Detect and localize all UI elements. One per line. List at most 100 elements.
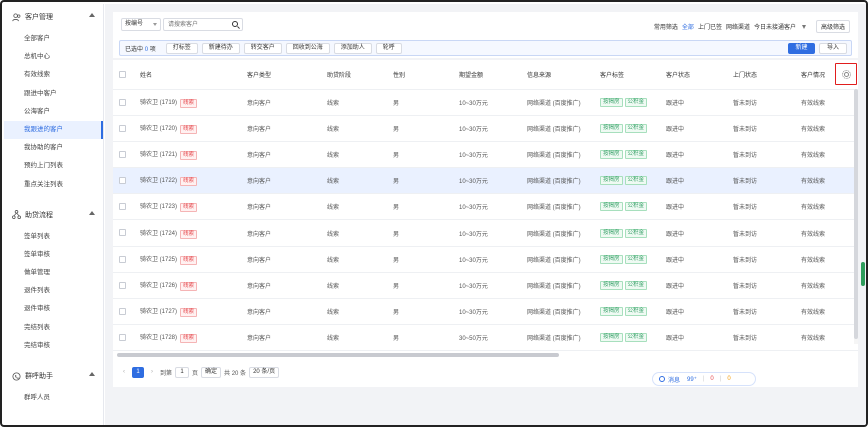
sidebar-item[interactable]: 签单列表 bbox=[4, 228, 103, 246]
customer-name[interactable]: 骑农卫 (1724) bbox=[140, 231, 177, 237]
sidebar-group-1[interactable]: 助贷流程 bbox=[4, 202, 103, 228]
tag-button[interactable]: 打标签 bbox=[165, 42, 198, 54]
sidebar-item[interactable]: 重点关注列表 bbox=[4, 176, 103, 194]
customer-name[interactable]: 骑农卫 (1719) bbox=[140, 100, 177, 106]
cell-name[interactable]: 骑农卫 (1725) 线索 bbox=[138, 246, 245, 273]
sidebar-item[interactable]: 群呼人员 bbox=[4, 389, 103, 407]
row-checkbox[interactable] bbox=[119, 281, 126, 289]
cell-name[interactable]: 骑农卫 (1727) 线索 bbox=[138, 298, 245, 326]
table-row[interactable]: 骑农卫 (1723) 线索 意向客户 线索男 10~30万元 网络渠道 (百度推广) 按揭房… bbox=[113, 193, 858, 221]
customer-name[interactable]: 骑农卫 (1721) bbox=[140, 152, 177, 158]
table-row[interactable]: 骑农卫 (1720) 线索 意向客户 线索男 10~30万元 网络渠道 (百度推广) 按揭房… bbox=[113, 115, 858, 142]
row-checkbox[interactable] bbox=[119, 229, 126, 237]
add-helper-button[interactable]: 添加助人 bbox=[333, 42, 372, 54]
chevron-up-icon[interactable] bbox=[89, 13, 95, 17]
message-indicator[interactable]: 消息 99⁺ | 0 | 0 bbox=[652, 372, 756, 386]
col-labels[interactable]: 客户标签 bbox=[598, 60, 664, 90]
col-gender[interactable]: 性别 bbox=[391, 60, 457, 90]
sidebar-item[interactable]: 我协助的客户 bbox=[4, 139, 103, 157]
sidebar-item[interactable]: 完结审核 bbox=[4, 337, 103, 355]
customer-name[interactable]: 骑农卫 (1727) bbox=[140, 309, 177, 315]
table-row[interactable]: 骑农卫 (1721) 线索 意向客户 线索男 10~30万元 网络渠道 (百度推广) 按揭房… bbox=[113, 141, 858, 169]
new-todo-button[interactable]: 新建待办 bbox=[201, 42, 240, 54]
row-checkbox[interactable] bbox=[119, 308, 126, 316]
recycle-to-pool-button[interactable]: 回收到公海 bbox=[285, 42, 330, 54]
round-call-button[interactable]: 轮呼 bbox=[375, 42, 402, 54]
table-row[interactable]: 骑农卫 (1725) 线索 意向客户 线索男 10~30万元 网络渠道 (百度推广) 按揭房… bbox=[113, 246, 858, 273]
customer-name[interactable]: 骑农卫 (1723) bbox=[140, 204, 177, 210]
gear-icon[interactable] bbox=[841, 69, 851, 79]
chevron-up-icon[interactable] bbox=[89, 372, 95, 376]
customer-name[interactable]: 骑农卫 (1722) bbox=[140, 178, 177, 184]
filter-unreached-today[interactable]: 今日未接通客户 bbox=[754, 22, 796, 31]
sidebar-item[interactable]: 跟进中客户 bbox=[4, 85, 103, 103]
customer-name[interactable]: 骑农卫 (1725) bbox=[140, 257, 177, 263]
advanced-filter-button[interactable]: 高级筛选 bbox=[815, 20, 850, 33]
col-name[interactable]: 姓名 bbox=[138, 60, 245, 90]
col-status[interactable]: 客户状态 bbox=[664, 60, 731, 90]
col-visit[interactable]: 上门状态 bbox=[731, 60, 799, 90]
table-row[interactable]: 骑农卫 (1724) 线索 意向客户 线索男 10~30万元 网络渠道 (百度推广) 按揭房… bbox=[113, 219, 858, 247]
search-type-select[interactable]: 按编号 bbox=[121, 18, 161, 31]
row-checkbox[interactable] bbox=[119, 177, 126, 185]
sidebar-group-0[interactable]: 客户管理 bbox=[4, 4, 103, 30]
scroll-position-indicator[interactable] bbox=[861, 262, 865, 286]
sidebar-item[interactable]: 全部客户 bbox=[4, 30, 103, 48]
sidebar-item[interactable]: 有效线索 bbox=[4, 66, 103, 84]
row-checkbox[interactable] bbox=[119, 98, 126, 106]
row-checkbox[interactable] bbox=[119, 255, 126, 263]
table-row[interactable]: 骑农卫 (1727) 线索 意向客户 线索男 10~30万元 网络渠道 (百度推广) 按揭房… bbox=[113, 298, 858, 326]
page-size-select[interactable]: 20 条/页 bbox=[249, 366, 280, 378]
sidebar-item[interactable]: 预约上门列表 bbox=[4, 157, 103, 175]
goto-confirm-button[interactable]: 确定 bbox=[201, 366, 222, 378]
sidebar-item[interactable]: 公海客户 bbox=[4, 103, 103, 121]
row-checkbox[interactable] bbox=[119, 334, 126, 342]
cell-name[interactable]: 骑农卫 (1728) 线索 bbox=[138, 324, 245, 352]
chevron-right-icon[interactable]: › bbox=[147, 369, 157, 375]
table-row[interactable]: 骑农卫 (1728) 线索 意向客户 线索男 30~50万元 网络渠道 (百度推广) 按揭房… bbox=[113, 324, 858, 352]
table-row[interactable]: 骑农卫 (1719) 线索 意向客户 线索男 10~30万元 网络渠道 (百度推广) 按揭房… bbox=[113, 89, 858, 116]
select-all-checkbox[interactable] bbox=[119, 70, 126, 78]
filter-online-channel[interactable]: 网络渠道 bbox=[726, 22, 750, 31]
transfer-customer-button[interactable]: 转交客户 bbox=[243, 42, 282, 54]
import-button[interactable]: 导入 bbox=[819, 43, 847, 54]
filter-visited-signed[interactable]: 上门已签 bbox=[698, 22, 722, 31]
chevron-up-icon[interactable] bbox=[89, 210, 95, 215]
column-settings-highlight[interactable] bbox=[835, 63, 857, 85]
cell-name[interactable]: 骑农卫 (1726) 线索 bbox=[138, 272, 245, 300]
cell-name[interactable]: 骑农卫 (1720) 线索 bbox=[138, 115, 245, 142]
sidebar-item[interactable]: 退件列表 bbox=[4, 282, 103, 300]
sidebar-group-2[interactable]: 群呼助手 bbox=[4, 363, 103, 389]
sidebar-item[interactable]: 完结列表 bbox=[4, 319, 103, 337]
col-stage[interactable]: 助贷阶段 bbox=[325, 60, 391, 90]
sidebar-item[interactable]: 总机中心 bbox=[4, 48, 103, 66]
row-checkbox[interactable] bbox=[119, 124, 126, 132]
table-row[interactable]: 骑农卫 (1726) 线索 意向客户 线索男 10~30万元 网络渠道 (百度推广) 按揭房… bbox=[113, 272, 858, 300]
sidebar-item[interactable]: 做单管理 bbox=[4, 264, 103, 282]
row-checkbox[interactable] bbox=[119, 150, 126, 158]
customer-name[interactable]: 骑农卫 (1726) bbox=[140, 283, 177, 289]
search-input[interactable] bbox=[163, 18, 243, 31]
vertical-scrollbar[interactable] bbox=[854, 89, 858, 344]
col-amount[interactable]: 期望金额 bbox=[457, 60, 525, 90]
cell-name[interactable]: 骑农卫 (1722) 线索 bbox=[138, 167, 245, 195]
customer-name[interactable]: 骑农卫 (1720) bbox=[140, 126, 177, 132]
cell-name[interactable]: 骑农卫 (1723) 线索 bbox=[138, 193, 245, 221]
vertical-scroll-thumb[interactable] bbox=[854, 89, 858, 339]
search-icon[interactable] bbox=[232, 21, 238, 27]
col-type[interactable]: 客户类型 bbox=[245, 60, 325, 90]
cell-name[interactable]: 骑农卫 (1719) 线索 bbox=[138, 89, 245, 116]
col-source[interactable]: 信息来源 bbox=[525, 60, 598, 90]
new-button[interactable]: 新建 bbox=[788, 43, 815, 54]
table-row[interactable]: 骑农卫 (1722) 线索 意向客户 线索男 10~30万元 网络渠道 (百度推广) 按揭房… bbox=[113, 167, 858, 195]
goto-page-input[interactable]: 1 bbox=[175, 366, 190, 378]
chevron-left-icon[interactable]: ‹ bbox=[119, 369, 129, 375]
filter-icon[interactable] bbox=[801, 24, 806, 29]
filter-all[interactable]: 全部 bbox=[682, 22, 694, 31]
sidebar-item[interactable]: 我跟进的客户 bbox=[4, 120, 103, 140]
cell-name[interactable]: 骑农卫 (1724) 线索 bbox=[138, 219, 245, 247]
sidebar-item[interactable]: 签单审核 bbox=[4, 246, 103, 264]
customer-name[interactable]: 骑农卫 (1728) bbox=[140, 335, 177, 341]
sidebar-item[interactable]: 退件审核 bbox=[4, 300, 103, 318]
page-current[interactable]: 1 bbox=[132, 366, 144, 378]
